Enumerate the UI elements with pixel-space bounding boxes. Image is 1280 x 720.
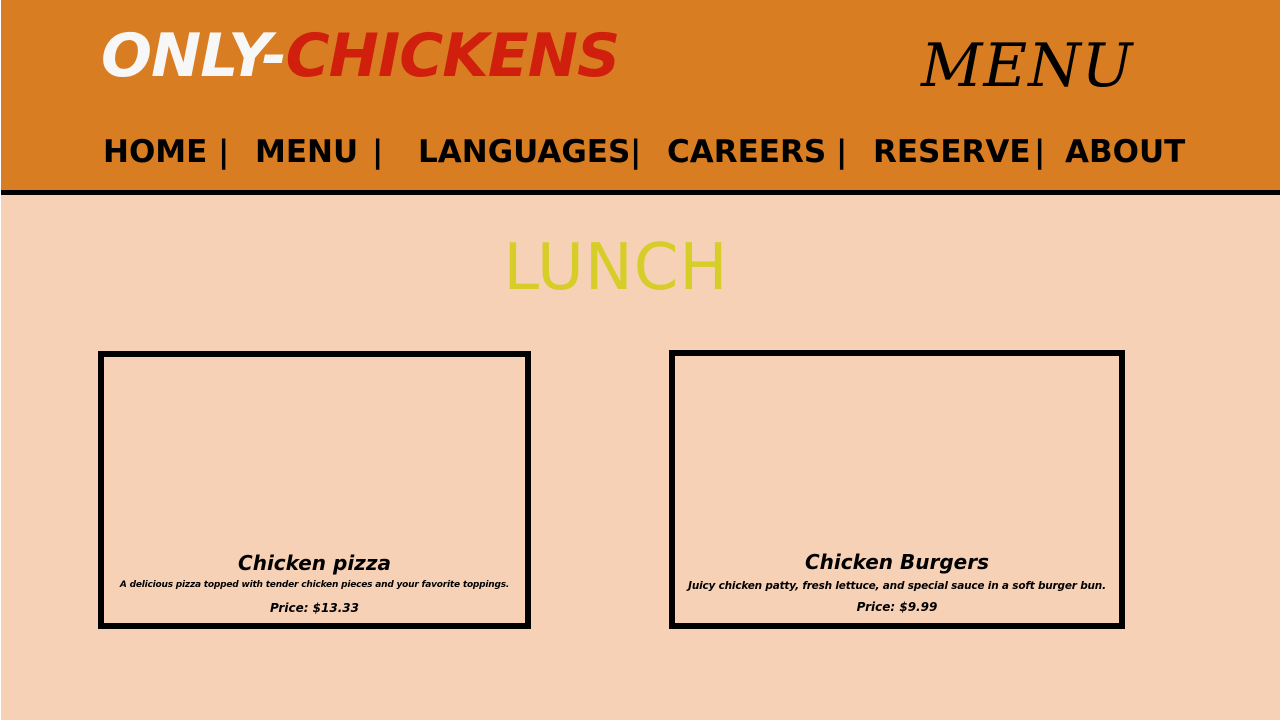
nav-separator: | [836,134,848,170]
menu-item-name: Chicken Burgers [805,550,989,574]
menu-item-description: Juicy chicken patty, fresh lettuce, and … [688,580,1106,592]
nav-item-reserve[interactable]: RESERVE [873,132,1031,172]
nav-item-languages[interactable]: LANGUAGES [418,132,630,172]
nav-item-menu[interactable]: MENU [255,132,358,172]
menu-item-card[interactable]: Chicken Burgers Juicy chicken patty, fre… [669,350,1125,629]
menu-item-price: Price: $13.33 [270,601,359,615]
section-title-lunch: LUNCH [503,231,729,305]
site-header: ONLY-CHICKENS MENU HOME | MENU | LANGUAG… [1,0,1280,190]
menu-item-card[interactable]: Chicken pizza A delicious pizza topped w… [98,351,531,629]
menu-item-price: Price: $9.99 [856,600,938,614]
nav-separator: | [1034,134,1046,170]
nav-item-home[interactable]: HOME [103,132,207,172]
nav-separator: | [630,134,642,170]
menu-item-name: Chicken pizza [238,551,391,575]
logo-text-chickens: CHICKENS [285,21,621,91]
page: ONLY-CHICKENS MENU HOME | MENU | LANGUAG… [0,0,1280,720]
nav-item-about[interactable]: ABOUT [1065,132,1185,172]
menu-item-description: A delicious pizza topped with tender chi… [119,580,510,590]
menu-item-image [104,357,525,542]
menu-item-image [675,356,1119,541]
page-title: MENU [921,31,1134,101]
site-logo[interactable]: ONLY-CHICKENS [101,18,621,94]
nav-separator: | [218,134,230,170]
logo-text-only: ONLY- [101,21,287,91]
nav-separator: | [372,134,384,170]
nav-item-careers[interactable]: CAREERS [667,132,826,172]
